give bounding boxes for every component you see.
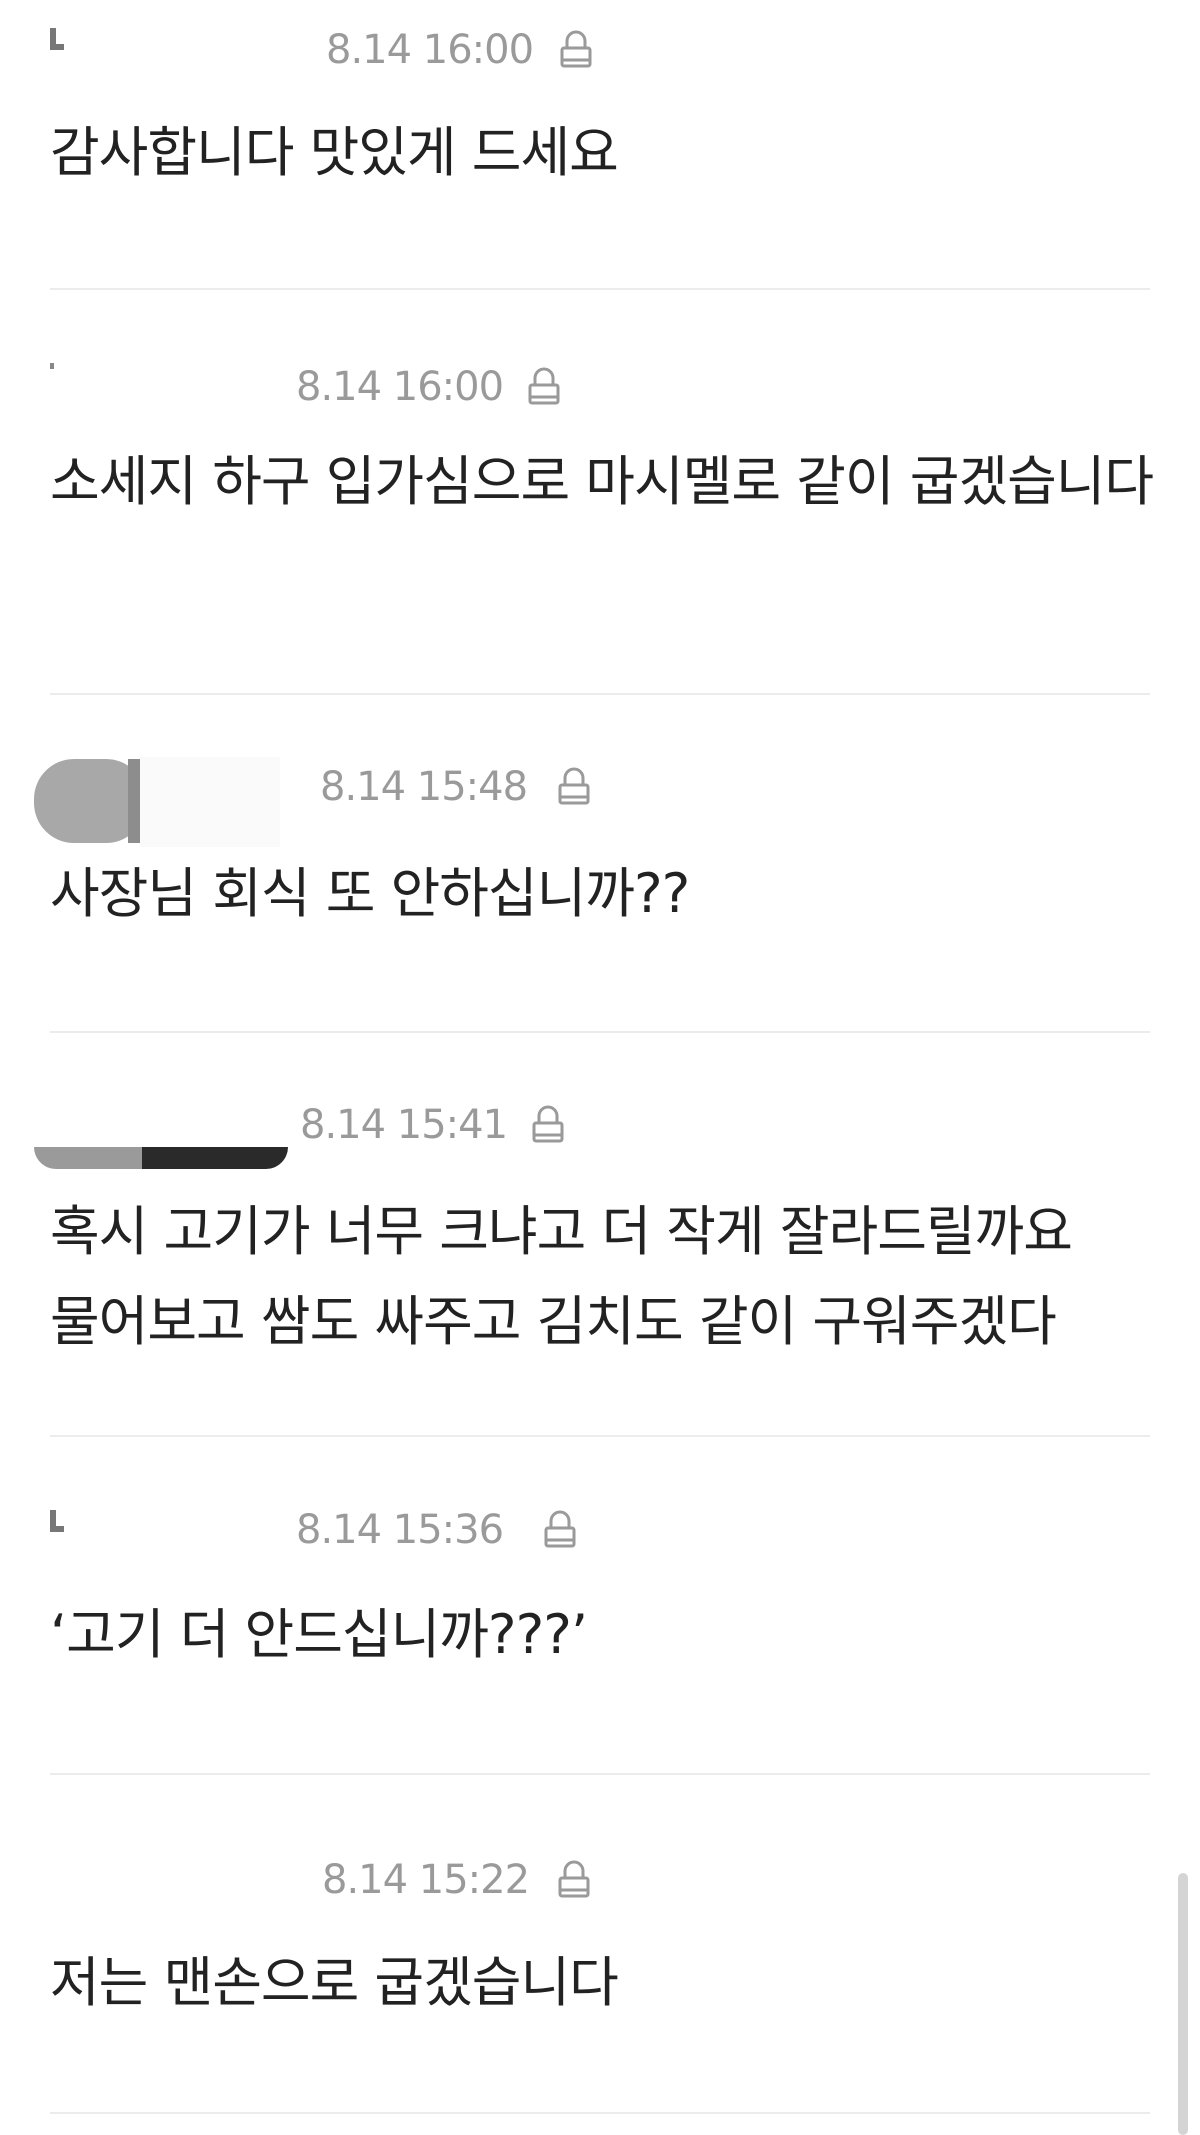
comment-timestamp: 8.14 15:41 xyxy=(300,1102,508,1148)
divider xyxy=(50,288,1150,290)
lock-icon xyxy=(526,367,562,407)
author-masked xyxy=(34,1095,334,1175)
comment-item: 8.14 15:36 ‘고기 더 안드십니까???’ xyxy=(50,1500,1150,1760)
lock-icon xyxy=(530,1105,566,1145)
divider xyxy=(50,693,1150,695)
comment-item: 8.14 16:00 소세지 하구 입가심으로 마시멜로 같이 굽겠습니다 xyxy=(50,357,1154,677)
comment-text: ‘고기 더 안드십니까???’ xyxy=(50,1603,588,1666)
comment-text: 사장님 회식 또 안하십니까?? xyxy=(50,862,690,925)
comment-timestamp: 8.14 15:36 xyxy=(296,1507,504,1553)
comment-item: 8.14 16:00 감사합니다 맛있게 드세요 xyxy=(50,20,1150,280)
divider xyxy=(50,1031,1150,1033)
comment-meta: 8.14 15:22 xyxy=(50,1850,1150,1910)
author-masked xyxy=(50,20,330,80)
author-masked xyxy=(50,1500,330,1560)
comment-timestamp: 8.14 16:00 xyxy=(326,27,534,73)
scrollbar-thumb[interactable] xyxy=(1178,1873,1188,2135)
comment-text: 감사합니다 맛있게 드세요 xyxy=(50,121,619,184)
lock-icon xyxy=(556,767,592,807)
divider xyxy=(50,2112,1150,2114)
comment-meta: 8.14 15:41 xyxy=(34,1095,1150,1169)
comment-timestamp: 8.14 15:22 xyxy=(322,1857,530,1903)
comment-item: 8.14 15:48 사장님 회식 또 안하십니까?? xyxy=(34,757,1150,1017)
comment-meta: 8.14 16:00 xyxy=(50,20,1150,80)
comment-meta: 8.14 16:00 xyxy=(50,357,1150,417)
comment-item: 8.14 15:41 혹시 고기가 너무 크냐고 더 작게 잘라드릴까요 물어보… xyxy=(34,1095,1150,1415)
comment-meta: 8.14 15:36 xyxy=(50,1500,1150,1560)
comment-timestamp: 8.14 15:48 xyxy=(320,764,528,810)
lock-icon xyxy=(556,1860,592,1900)
divider xyxy=(50,1773,1150,1775)
comment-text: 소세지 하구 입가심으로 마시멜로 같이 굽겠습니다 xyxy=(50,450,1154,513)
comment-text: 저는 맨손으로 굽겠습니다 xyxy=(50,1951,619,2014)
author-masked xyxy=(34,757,334,847)
comment-text: 혹시 고기가 너무 크냐고 더 작게 잘라드릴까요 물어보고 쌈도 싸주고 김치… xyxy=(50,1200,1073,1353)
divider xyxy=(50,1435,1150,1437)
comment-item: 8.14 15:22 저는 맨손으로 굽겠습니다 xyxy=(50,1850,1150,2110)
lock-icon xyxy=(558,30,594,70)
comment-timestamp: 8.14 16:00 xyxy=(296,364,504,410)
comment-meta: 8.14 15:48 xyxy=(34,757,1150,847)
lock-icon xyxy=(542,1510,578,1550)
author-masked xyxy=(50,357,330,417)
